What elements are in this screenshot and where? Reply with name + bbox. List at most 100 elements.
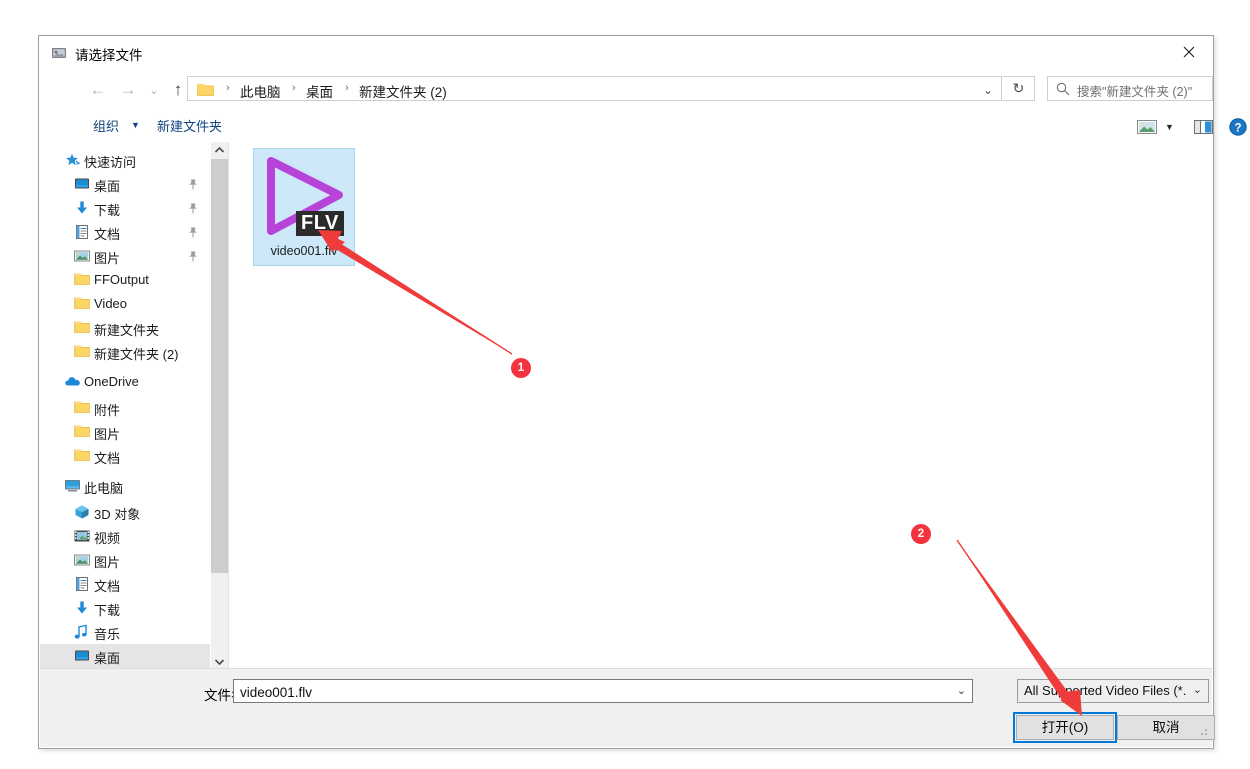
dialog-footer: 文件名(N): ⌄ All Supported Video Files (*. … (40, 668, 1215, 747)
file-item-video001[interactable]: FLV video001.flv (253, 148, 355, 266)
screen-root: 请选择文件 ← → ⌄ ↑ › 此电脑 › 桌面 › 新建文件夹 (2) ⌄ ↻… (0, 0, 1250, 769)
pin-icon[interactable] (188, 202, 198, 217)
up-icon[interactable]: ↑ (167, 79, 189, 101)
sidebar-item-6[interactable]: Video (40, 292, 210, 316)
sidebar-item-label: Video (94, 296, 128, 311)
folder-icon (74, 448, 90, 464)
navigation-row: ← → ⌄ ↑ › 此电脑 › 桌面 › 新建文件夹 (2) ⌄ ↻ 搜索"新建… (39, 70, 1213, 108)
chevron-down-icon[interactable]: ⌄ (983, 83, 993, 97)
desktop-icon (74, 176, 90, 192)
folder-icon (74, 320, 90, 336)
scrollbar-thumb[interactable] (211, 159, 228, 573)
dialog-body: 快速访问 桌面 下载 文档 图片 FFOutput Video 新建文件夹 新建文件夹 (2) O… (40, 142, 1212, 670)
sidebar-item-label: 桌面 (94, 651, 121, 666)
folder-icon (74, 344, 90, 360)
refresh-icon: ↻ (1012, 80, 1025, 96)
filename-input[interactable] (238, 680, 942, 704)
title-bar: 请选择文件 (39, 36, 1213, 70)
recent-locations-icon[interactable]: ⌄ (143, 79, 165, 101)
sidebar-item-label: 图片 (94, 427, 121, 442)
sidebar-item-label: 图片 (94, 251, 121, 266)
search-icon (1055, 81, 1071, 102)
sidebar-item-5[interactable]: FFOutput (40, 268, 210, 292)
close-button[interactable] (1167, 36, 1213, 67)
folder-icon (74, 272, 90, 288)
refresh-button[interactable]: ↻ (1003, 76, 1035, 101)
breadcrumb-item-2[interactable]: 新建文件夹 (2) (359, 81, 447, 101)
preview-pane-icon[interactable] (1194, 119, 1213, 140)
folder-icon (74, 424, 90, 440)
sidebar-item-11[interactable]: 图片 (40, 420, 210, 444)
file-type-filter-dropdown[interactable]: All Supported Video Files (*. ⌄ (1017, 679, 1209, 703)
breadcrumb-item-0[interactable]: 此电脑 (240, 81, 281, 101)
sidebar-item-10[interactable]: 附件 (40, 396, 210, 420)
desktop-icon (74, 648, 90, 664)
chevron-down-icon[interactable]: ⌄ (1193, 683, 1202, 696)
pin-icon[interactable] (188, 226, 198, 241)
back-icon[interactable]: ← (87, 79, 109, 101)
forward-icon[interactable]: → (117, 79, 139, 101)
filename-input-wrapper[interactable]: ⌄ (233, 679, 973, 704)
sidebar-item-8[interactable]: 新建文件夹 (2) (40, 340, 210, 364)
chevron-down-icon[interactable]: ▼ (1165, 122, 1174, 132)
sidebar-item-14[interactable]: 3D 对象 (40, 500, 210, 524)
sidebar-item-18[interactable]: 下载 (40, 596, 210, 620)
sidebar-item-label: 图片 (94, 555, 121, 570)
breadcrumb-separator: › (345, 82, 349, 94)
chevron-down-icon[interactable]: ▼ (131, 120, 140, 130)
pictures-icon (74, 552, 90, 568)
star-pin-icon (64, 152, 81, 168)
sidebar-item-3[interactable]: 文档 (40, 220, 210, 244)
sidebar-item-label: 附件 (94, 403, 121, 418)
sidebar-item-15[interactable]: 视频 (40, 524, 210, 548)
sidebar-item-1[interactable]: 桌面 (40, 172, 210, 196)
file-list-pane[interactable]: FLV video001.flv (230, 142, 1212, 670)
new-folder-button[interactable]: 新建文件夹 (157, 116, 222, 135)
picture-view-icon[interactable] (1137, 119, 1157, 140)
resize-grip-icon[interactable] (1197, 726, 1209, 744)
file-name-label: video001.flv (270, 244, 338, 258)
computer-icon (64, 478, 80, 494)
pin-icon[interactable] (188, 250, 198, 265)
sidebar-item-label: 文档 (94, 451, 121, 466)
breadcrumb-separator: › (226, 82, 230, 94)
sidebar-item-0[interactable]: 快速访问 (40, 148, 210, 172)
scroll-up-icon[interactable] (211, 142, 228, 159)
help-icon[interactable]: ? (1229, 118, 1247, 141)
sidebar-item-19[interactable]: 音乐 (40, 620, 210, 644)
open-button[interactable]: 打开(O) (1016, 715, 1114, 740)
pane-splitter[interactable] (228, 142, 229, 670)
sidebar-item-label: OneDrive (84, 374, 139, 389)
sidebar-item-16[interactable]: 图片 (40, 548, 210, 572)
breadcrumb-separator: › (292, 82, 296, 94)
navigation-pane: 快速访问 桌面 下载 文档 图片 FFOutput Video 新建文件夹 新建文件夹 (2) O… (40, 142, 210, 670)
document-icon (74, 224, 90, 240)
sidebar-item-20[interactable]: 桌面 (40, 644, 210, 668)
sidebar-item-label: 文档 (94, 579, 121, 594)
sidebar-item-9[interactable]: OneDrive (40, 370, 210, 394)
breadcrumb-item-1[interactable]: 桌面 (306, 81, 333, 101)
navigation-scrollbar[interactable] (210, 142, 228, 670)
chevron-down-icon[interactable]: ⌄ (957, 684, 966, 697)
annotation-badge-2: 2 (911, 524, 931, 544)
folder-icon (74, 296, 90, 312)
sidebar-item-label: 3D 对象 (94, 507, 141, 522)
folder-icon (197, 82, 214, 96)
sidebar-item-13[interactable]: 此电脑 (40, 474, 210, 498)
search-box[interactable]: 搜索"新建文件夹 (2)" (1047, 76, 1213, 101)
sidebar-item-label: 视频 (94, 531, 121, 546)
cloud-icon (64, 374, 80, 390)
file-type-badge: FLV (296, 211, 344, 236)
file-open-dialog: 请选择文件 ← → ⌄ ↑ › 此电脑 › 桌面 › 新建文件夹 (2) ⌄ ↻… (38, 35, 1247, 749)
organize-button[interactable]: 组织 (93, 116, 119, 135)
sidebar-item-12[interactable]: 文档 (40, 444, 210, 468)
file-type-filter-value: All Supported Video Files (*. (1024, 683, 1187, 698)
sidebar-item-2[interactable]: 下载 (40, 196, 210, 220)
sidebar-item-7[interactable]: 新建文件夹 (40, 316, 210, 340)
sidebar-item-4[interactable]: 图片 (40, 244, 210, 268)
window-title: 请选择文件 (75, 48, 143, 63)
videos-icon (74, 528, 90, 544)
pin-icon[interactable] (188, 178, 198, 193)
address-bar[interactable]: › 此电脑 › 桌面 › 新建文件夹 (2) ⌄ (187, 76, 1002, 101)
sidebar-item-17[interactable]: 文档 (40, 572, 210, 596)
